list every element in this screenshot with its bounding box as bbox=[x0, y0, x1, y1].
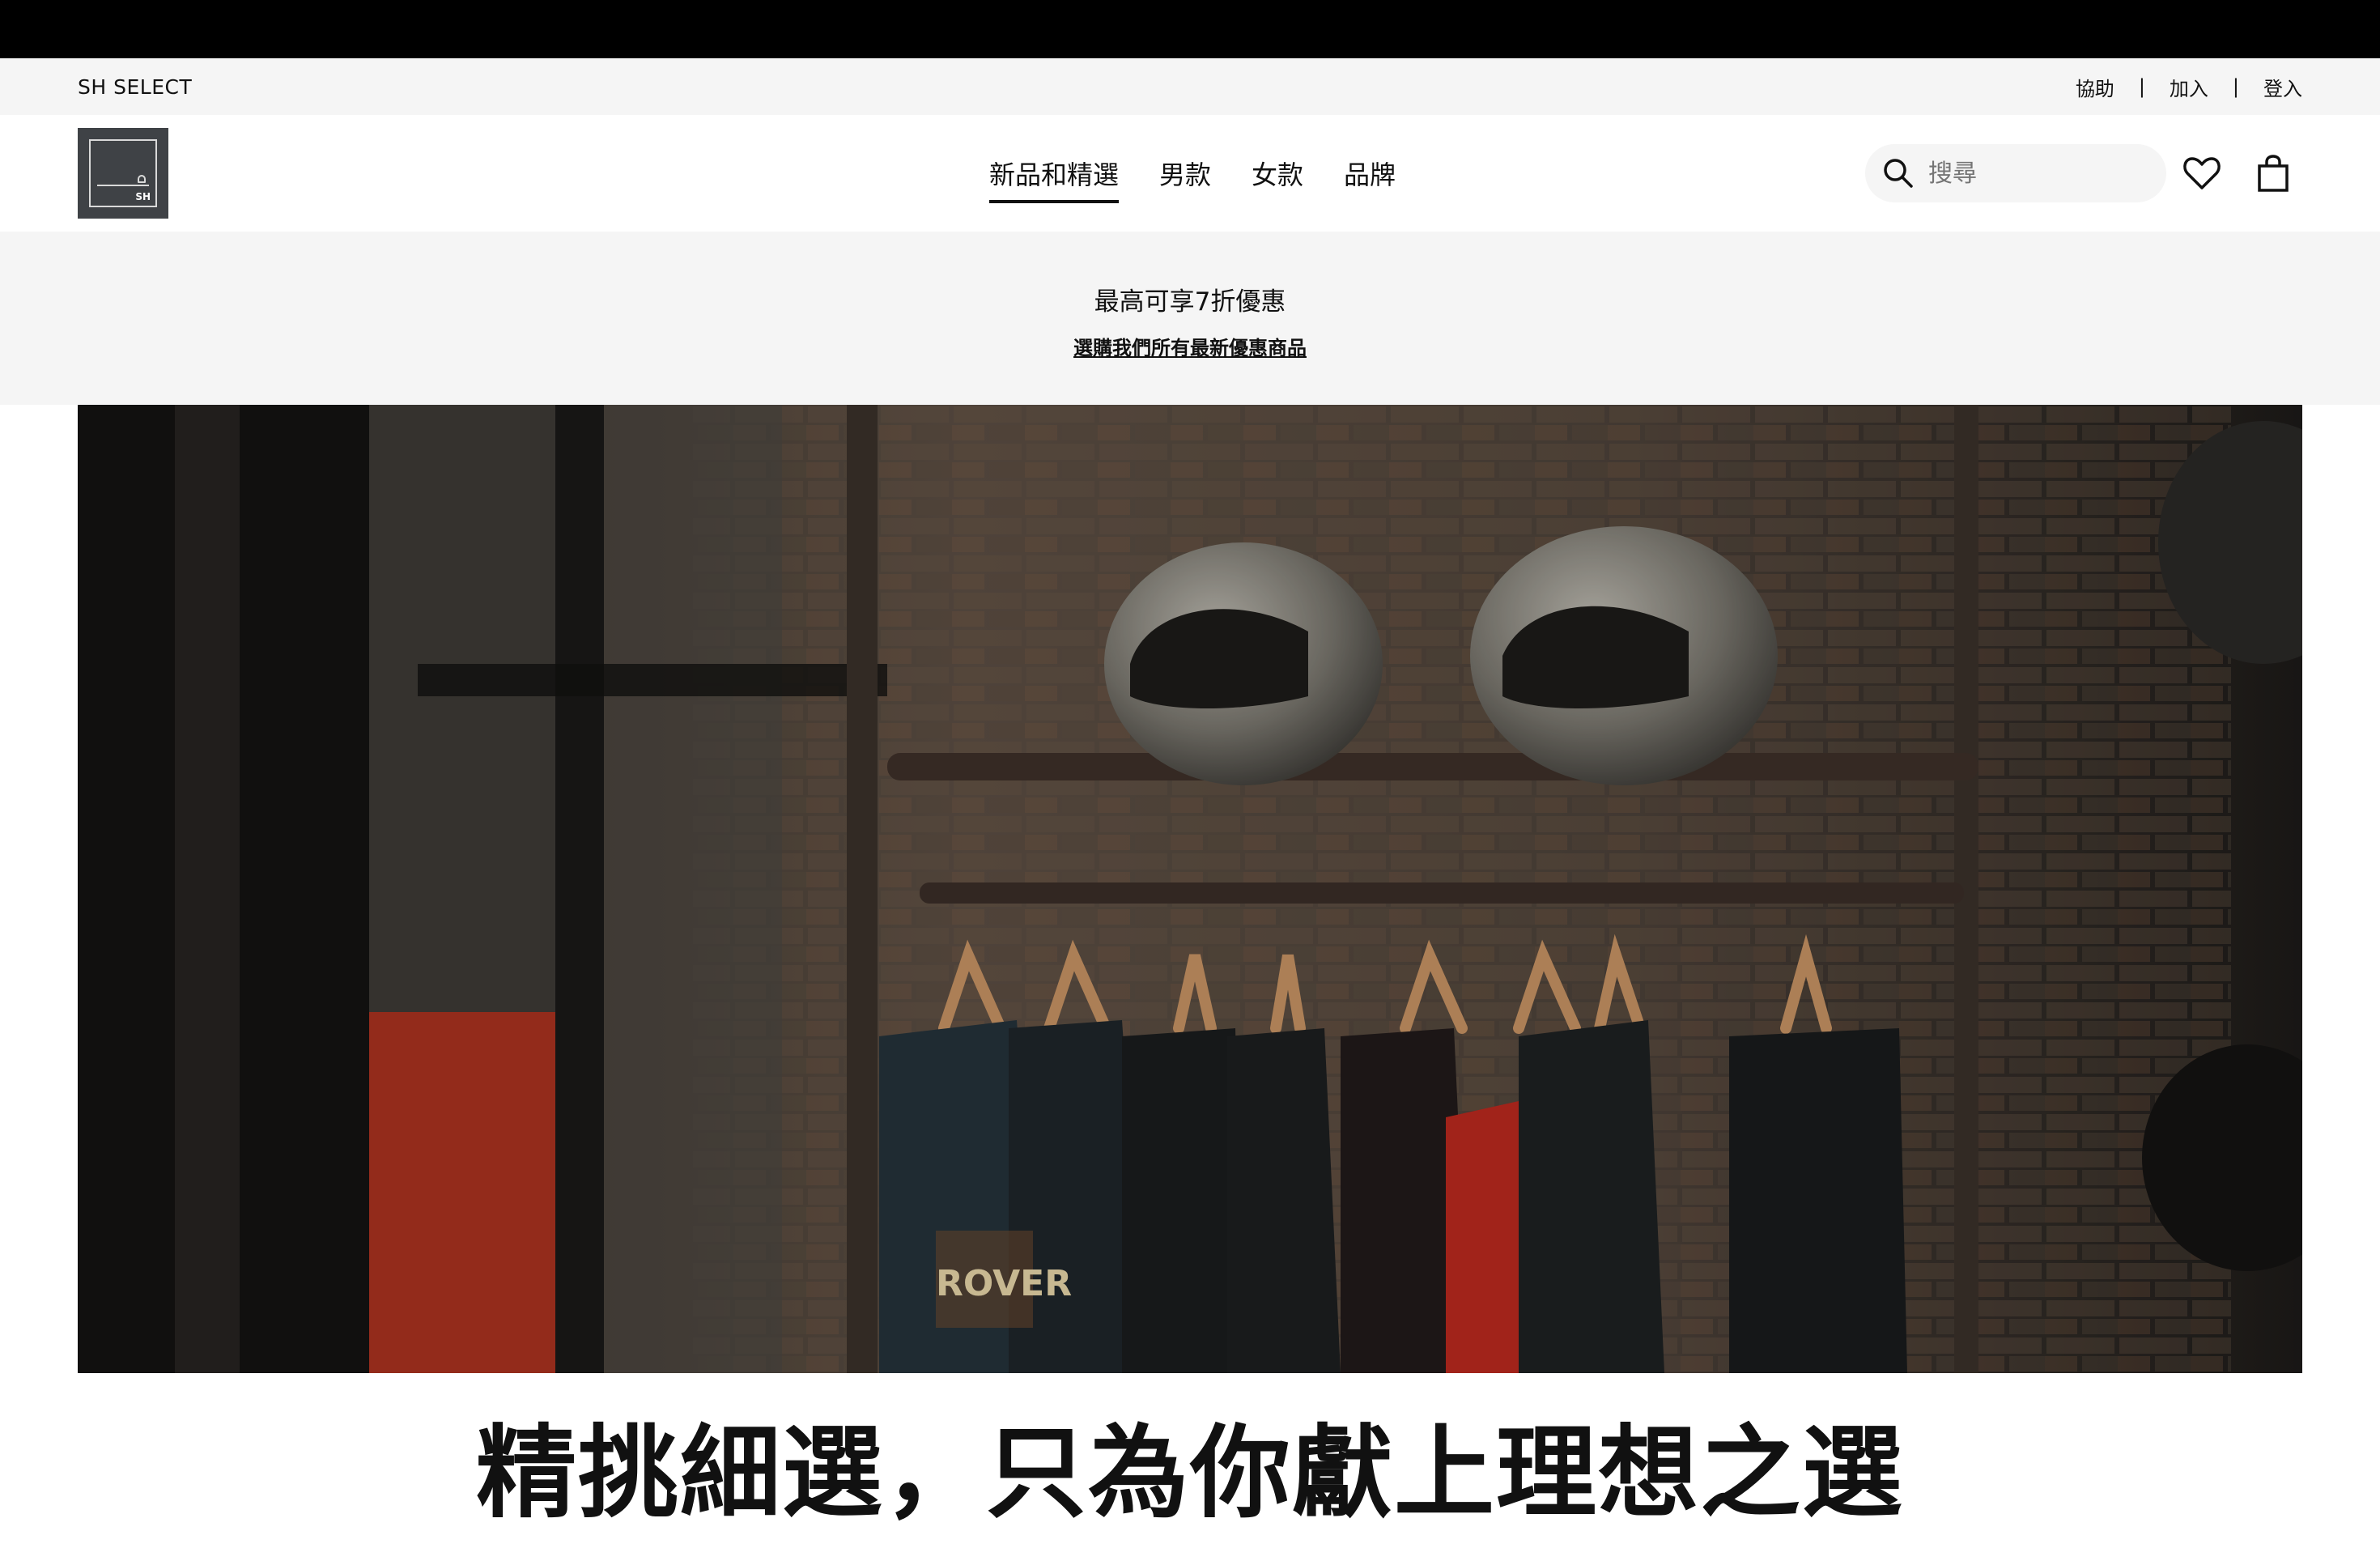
logo-text: SH bbox=[135, 191, 151, 202]
login-link[interactable]: 登入 bbox=[2263, 73, 2302, 101]
nav-item-men[interactable]: 男款 bbox=[1159, 148, 1211, 198]
utility-links: 協助 | 加入 | 登入 bbox=[2076, 73, 2302, 101]
join-link[interactable]: 加入 bbox=[2170, 73, 2208, 101]
main-header: SH 新品和精選 男款 女款 品牌 bbox=[0, 115, 2380, 232]
system-top-bar bbox=[0, 0, 2380, 58]
utility-separator: | bbox=[2232, 75, 2239, 98]
page-headline: 精挑細選，只為你獻上理想之選 bbox=[475, 1415, 1904, 1532]
shopping-bag-icon[interactable] bbox=[2250, 151, 2296, 196]
logo-frame: SH bbox=[89, 139, 157, 207]
nav-item-women[interactable]: 女款 bbox=[1252, 148, 1303, 198]
logo-mark-icon bbox=[138, 175, 146, 183]
nav-item-brands[interactable]: 品牌 bbox=[1344, 148, 1396, 198]
promo-link[interactable]: 選購我們所有最新優惠商品 bbox=[1073, 332, 1307, 360]
promo-banner: 最高可享7折優惠 選購我們所有最新優惠商品 bbox=[0, 232, 2380, 405]
search-icon[interactable] bbox=[1881, 156, 1915, 190]
utility-separator: | bbox=[2138, 75, 2145, 98]
promo-title: 最高可享7折優惠 bbox=[1094, 287, 1286, 317]
primary-nav: 新品和精選 男款 女款 品牌 bbox=[989, 115, 1436, 232]
utility-bar: SH SELECT 協助 | 加入 | 登入 bbox=[0, 58, 2380, 115]
nav-item-new-featured[interactable]: 新品和精選 bbox=[989, 148, 1120, 203]
search-box[interactable] bbox=[1865, 144, 2166, 202]
heart-icon[interactable] bbox=[2179, 151, 2225, 196]
brand-logo[interactable]: SH bbox=[78, 128, 168, 219]
search-input[interactable] bbox=[1928, 159, 2155, 188]
logo-line bbox=[97, 185, 149, 186]
hero-image[interactable]: ROVER bbox=[78, 405, 2302, 1373]
utility-brand: SH SELECT bbox=[78, 74, 193, 99]
help-link[interactable]: 協助 bbox=[2076, 73, 2114, 101]
hero-illustration: ROVER bbox=[78, 405, 2302, 1373]
